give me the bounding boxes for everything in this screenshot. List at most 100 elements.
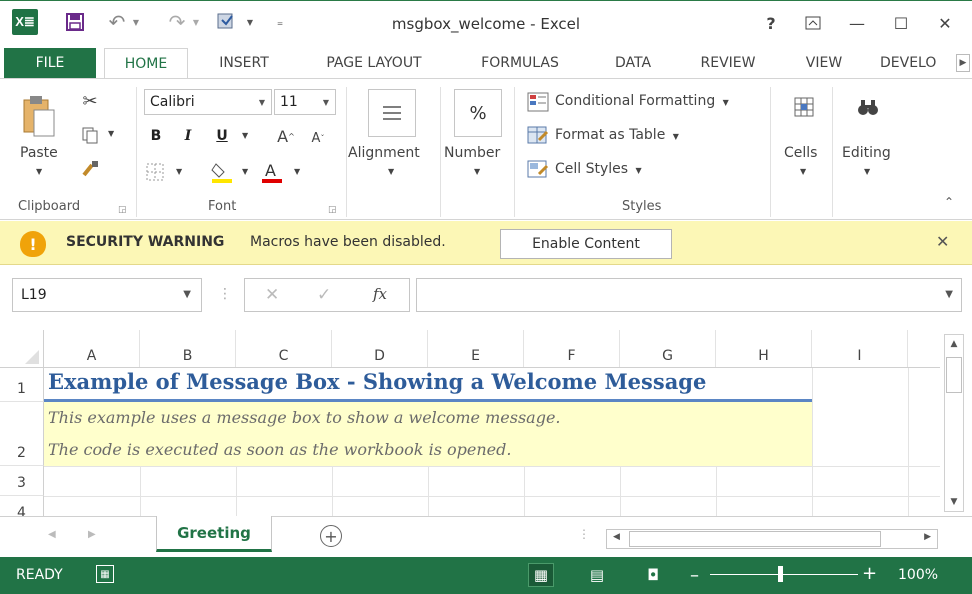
worksheet-grid[interactable]: A B C D E F G H I 1 2 3 4 Example of Mes… <box>0 330 940 516</box>
tab-split-grip-icon[interactable]: ⋮ <box>578 527 590 541</box>
column-header-h[interactable]: H <box>716 330 812 368</box>
column-header-e[interactable]: E <box>428 330 524 368</box>
decrease-font-icon[interactable]: Aˇ <box>308 127 328 149</box>
tab-insert[interactable]: INSERT <box>204 48 284 78</box>
format-painter-icon[interactable] <box>78 157 102 181</box>
ribbon-display-button[interactable] <box>798 9 828 37</box>
cells-label[interactable]: Cells <box>784 145 817 161</box>
clipboard-launcher-icon[interactable]: ◲ <box>118 205 127 215</box>
formula-bar-grip-icon[interactable]: ⋮ <box>218 286 232 302</box>
format-as-table-icon[interactable] <box>526 125 550 147</box>
column-header-g[interactable]: G <box>620 330 716 368</box>
horizontal-scrollbar[interactable]: ◀ ▶ <box>606 529 938 549</box>
scroll-left-icon[interactable]: ◀ <box>613 532 620 542</box>
conditional-formatting-button[interactable]: Conditional Formatting ▼ <box>555 93 729 109</box>
sheet-tab-greeting[interactable]: Greeting <box>156 516 272 552</box>
bold-button[interactable]: B <box>146 125 166 147</box>
cancel-icon[interactable]: ✕ <box>265 285 279 305</box>
underline-button[interactable]: U <box>212 125 232 147</box>
column-header-b[interactable]: B <box>140 330 236 368</box>
underline-dropdown-icon[interactable]: ▼ <box>242 131 248 140</box>
column-header-f[interactable]: F <box>524 330 620 368</box>
tab-formulas[interactable]: FORMULAS <box>464 48 576 78</box>
cell-a2-line-2[interactable]: The code is executed as soon as the work… <box>48 440 511 459</box>
formula-input[interactable]: ▼ <box>416 278 962 312</box>
help-button[interactable]: ? <box>756 9 786 37</box>
tab-scroll-right-icon[interactable]: ▶ <box>956 54 970 72</box>
expand-formula-bar-icon[interactable]: ▼ <box>945 289 953 300</box>
sheet-nav-right-icon[interactable]: ▶ <box>88 529 96 540</box>
cells-dropdown-icon[interactable]: ▼ <box>800 167 806 176</box>
fill-color-icon[interactable] <box>208 159 236 185</box>
cell-styles-icon[interactable] <box>526 159 550 181</box>
sheet-nav-left-icon[interactable]: ◀ <box>48 529 56 540</box>
maximize-button[interactable]: ☐ <box>886 9 916 37</box>
tab-review[interactable]: REVIEW <box>686 48 770 78</box>
column-header-d[interactable]: D <box>332 330 428 368</box>
column-header-a[interactable]: A <box>44 330 140 368</box>
number-format-icon[interactable]: % <box>454 89 502 137</box>
paste-dropdown-icon[interactable]: ▼ <box>36 167 42 176</box>
insert-function-icon[interactable]: fx <box>373 285 387 303</box>
zoom-out-icon[interactable]: – <box>690 565 699 586</box>
cells-icon[interactable] <box>790 93 818 121</box>
column-header-c[interactable]: C <box>236 330 332 368</box>
vertical-scroll-track[interactable]: ▲ ▼ <box>944 334 964 512</box>
zoom-in-icon[interactable]: + <box>862 563 877 584</box>
macro-recording-icon[interactable]: ▦ <box>96 565 114 583</box>
find-binoculars-icon[interactable] <box>854 93 882 121</box>
tab-developer[interactable]: DEVELO <box>880 48 960 78</box>
close-button[interactable]: ✕ <box>930 9 960 37</box>
scroll-up-icon[interactable]: ▲ <box>945 335 963 353</box>
font-color-icon[interactable]: A <box>258 159 286 185</box>
column-header-i[interactable]: I <box>812 330 908 368</box>
normal-view-icon[interactable]: ▦ <box>528 563 554 587</box>
minimize-button[interactable]: — <box>842 9 872 37</box>
zoom-slider-track[interactable] <box>710 574 858 575</box>
tab-file[interactable]: FILE <box>4 48 96 78</box>
collapse-ribbon-icon[interactable]: ⌃ <box>944 195 954 209</box>
vertical-scrollbar[interactable]: ▲ ▼ <box>940 330 972 516</box>
alignment-dropdown-icon[interactable]: ▼ <box>388 167 394 176</box>
row-header-3[interactable]: 3 <box>0 466 44 496</box>
cut-icon[interactable]: ✂ <box>78 89 102 113</box>
borders-icon[interactable] <box>144 161 166 183</box>
font-size-select[interactable]: 11 ▼ <box>274 89 336 115</box>
tab-home[interactable]: HOME <box>104 48 188 79</box>
scroll-down-icon[interactable]: ▼ <box>945 493 963 511</box>
close-warning-icon[interactable]: ✕ <box>936 232 949 251</box>
page-layout-view-icon[interactable]: ▤ <box>584 563 610 587</box>
paste-label[interactable]: Paste <box>20 145 58 161</box>
vertical-scroll-thumb[interactable] <box>946 357 962 393</box>
tab-data[interactable]: DATA <box>596 48 670 78</box>
row-header-4[interactable]: 4 <box>0 496 44 516</box>
alignment-icon[interactable] <box>368 89 416 137</box>
page-break-view-icon[interactable]: ◘ <box>640 563 666 587</box>
editing-dropdown-icon[interactable]: ▼ <box>864 167 870 176</box>
italic-button[interactable]: I <box>178 125 198 147</box>
enter-check-icon[interactable]: ✓ <box>317 285 331 305</box>
editing-label[interactable]: Editing <box>842 145 891 161</box>
zoom-slider-thumb[interactable] <box>778 566 783 582</box>
number-dropdown-icon[interactable]: ▼ <box>474 167 480 176</box>
cell-a1-title[interactable]: Example of Message Box - Showing a Welco… <box>48 369 706 394</box>
name-box[interactable]: L19 ▼ <box>12 278 202 312</box>
enable-content-button[interactable]: Enable Content <box>500 229 672 259</box>
number-label[interactable]: Number <box>444 145 500 161</box>
font-color-dropdown-icon[interactable]: ▼ <box>294 167 300 176</box>
horizontal-scroll-thumb[interactable] <box>629 531 881 547</box>
conditional-formatting-icon[interactable] <box>526 91 550 113</box>
name-box-dropdown-icon[interactable]: ▼ <box>183 289 191 300</box>
cell-a2-line-1[interactable]: This example uses a message box to show … <box>48 408 561 427</box>
scroll-right-icon[interactable]: ▶ <box>924 532 931 542</box>
cell-styles-button[interactable]: Cell Styles ▼ <box>555 161 642 177</box>
select-all-corner[interactable] <box>0 330 44 368</box>
increase-font-icon[interactable]: A ^ <box>276 125 296 147</box>
format-as-table-button[interactable]: Format as Table ▼ <box>555 127 679 143</box>
alignment-label[interactable]: Alignment <box>348 145 420 161</box>
borders-dropdown-icon[interactable]: ▼ <box>176 167 182 176</box>
copy-dropdown-icon[interactable]: ▼ <box>108 129 114 138</box>
tab-view[interactable]: VIEW <box>790 48 858 78</box>
new-sheet-icon[interactable]: + <box>320 525 342 547</box>
row-header-1[interactable]: 1 <box>0 368 44 402</box>
